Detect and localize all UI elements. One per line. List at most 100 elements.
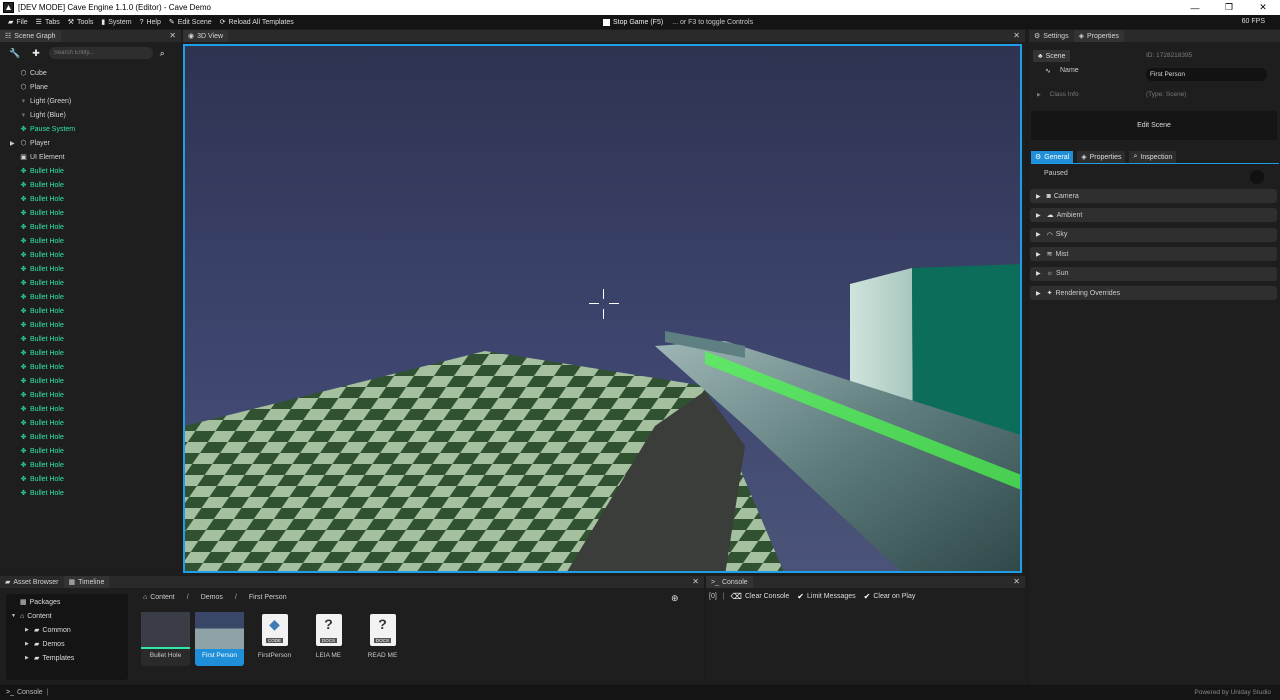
restore-button[interactable]: ❐	[1212, 0, 1246, 15]
asset-tree-item[interactable]: ▶ ▰ Common	[6, 623, 128, 637]
tab-timeline[interactable]: ▦ Timeline	[63, 576, 110, 588]
menu-edit-scene[interactable]: ✎ Edit Scene	[165, 15, 216, 29]
search-icon[interactable]: ⌕	[160, 48, 165, 59]
paused-checkbox[interactable]	[1250, 170, 1264, 184]
stop-game-button[interactable]: Stop Game (F5)	[603, 18, 663, 26]
status-console-label[interactable]: Console	[17, 689, 43, 696]
tree-item[interactable]: ✥ Bullet Hole	[0, 206, 181, 220]
menu-system[interactable]: ▮ System	[97, 15, 135, 29]
breadcrumb-content[interactable]: Content	[150, 594, 175, 601]
asset-tree-label: Demos	[42, 640, 65, 648]
tab-general[interactable]: ⚙ General	[1031, 151, 1074, 163]
tree-item[interactable]: ✥ Bullet Hole	[0, 262, 181, 276]
asset-tree-item[interactable]: ▶ ▰ Demos	[6, 637, 128, 651]
chevron-right-icon[interactable]: ▶	[25, 641, 29, 647]
tree-item[interactable]: ✥ Bullet Hole	[0, 472, 181, 486]
close-icon[interactable]: ✕	[169, 31, 176, 40]
tree-item[interactable]: ✥ Bullet Hole	[0, 458, 181, 472]
asset-leia-me[interactable]: ? DOCS LEIA ME	[304, 612, 353, 666]
tree-item[interactable]: ▶ ⬡ Player	[0, 136, 181, 150]
close-icon[interactable]: ✕	[692, 577, 699, 586]
chevron-down-icon[interactable]: ▼	[11, 613, 16, 619]
section-sun[interactable]: ▶ ☼ Sun	[1030, 266, 1277, 281]
tree-item[interactable]: ✥ Bullet Hole	[0, 192, 181, 206]
tree-item[interactable]: ✥ Bullet Hole	[0, 416, 181, 430]
section-sky[interactable]: ▶ ◠ Sky	[1030, 227, 1277, 242]
tree-item[interactable]: ✥ Bullet Hole	[0, 164, 181, 178]
tree-item[interactable]: ✥ Bullet Hole	[0, 486, 181, 500]
menu-tabs[interactable]: ☰ Tabs	[32, 15, 64, 29]
asset-tree-item[interactable]: ▼ ⌂ Content	[6, 609, 128, 623]
tree-item[interactable]: ✥ Bullet Hole	[0, 234, 181, 248]
tree-item[interactable]: ✥ Bullet Hole	[0, 430, 181, 444]
asset-tree-item[interactable]: ▦ Packages	[6, 595, 128, 609]
tree-item[interactable]: ✥ Bullet Hole	[0, 402, 181, 416]
section-rendering-overrides[interactable]: ▶ ✦ Rendering Overrides	[1030, 286, 1277, 300]
tree-item[interactable]: ⬡ Plane	[0, 80, 181, 94]
close-icon[interactable]: ✕	[1013, 577, 1020, 586]
menu-help[interactable]: ? Help	[136, 15, 165, 29]
clear-on-play-checkbox[interactable]: ✔ Clear on Play	[864, 592, 916, 601]
tab-properties[interactable]: ◈ Properties	[1077, 151, 1126, 163]
asset-tree-item[interactable]: ▶ ▰ Templates	[6, 651, 128, 665]
search-entity-input[interactable]	[48, 47, 153, 59]
minimize-button[interactable]: —	[1178, 0, 1212, 15]
scene-name-input[interactable]	[1146, 68, 1267, 81]
class-info-toggle[interactable]: ▶ Class Info	[1037, 91, 1079, 98]
asset-browser-header: ▰ Asset Browser ▦ Timeline ✕	[0, 576, 704, 588]
limit-messages-label: Limit Messages	[807, 592, 856, 600]
3d-viewport[interactable]	[183, 44, 1022, 573]
section-camera[interactable]: ▶ ◙ Camera	[1030, 189, 1277, 203]
section-mist[interactable]: ▶ ≋ Mist	[1030, 247, 1277, 262]
tree-item[interactable]: ✥ Bullet Hole	[0, 346, 181, 360]
tree-item[interactable]: ✥ Bullet Hole	[0, 360, 181, 374]
chevron-right-icon[interactable]: ▶	[10, 140, 15, 147]
close-window-button[interactable]: ✕	[1246, 0, 1280, 15]
tree-item[interactable]: ✥ Bullet Hole	[0, 444, 181, 458]
tab-properties[interactable]: ◈ Properties	[1073, 30, 1124, 42]
tree-item-label: Bullet Hole	[30, 349, 64, 357]
tree-item[interactable]: ✥ Bullet Hole	[0, 332, 181, 346]
tree-item[interactable]: ✥ Bullet Hole	[0, 304, 181, 318]
edit-scene-button[interactable]: Edit Scene	[1031, 111, 1277, 140]
menu-tools[interactable]: ⚒ Tools	[64, 15, 98, 29]
menu-file[interactable]: ▰ File	[4, 15, 32, 29]
scene-tab[interactable]: ♣ Scene	[1033, 50, 1071, 62]
limit-messages-checkbox[interactable]: ✔ Limit Messages	[797, 592, 855, 601]
tree-item[interactable]: ✥ Bullet Hole	[0, 276, 181, 290]
tree-item[interactable]: ✥ Bullet Hole	[0, 388, 181, 402]
breadcrumb-first-person[interactable]: First Person	[249, 594, 287, 601]
tab-scene-graph[interactable]: ☷ Scene Graph	[0, 30, 61, 42]
clear-console-button[interactable]: ⌫ Clear Console	[731, 592, 790, 601]
tree-item[interactable]: ⬡ Cube	[0, 66, 181, 80]
tab-3d-view[interactable]: ◉ 3D View	[183, 30, 229, 42]
tree-item[interactable]: ✥ Bullet Hole	[0, 220, 181, 234]
asset-first-person[interactable]: First Person	[195, 612, 244, 666]
tree-item[interactable]: ✥ Bullet Hole	[0, 318, 181, 332]
tree-item[interactable]: ✥ Pause System	[0, 122, 181, 136]
tree-item[interactable]: ✥ Bullet Hole	[0, 248, 181, 262]
close-icon[interactable]: ✕	[1013, 31, 1020, 40]
section-ambient[interactable]: ▶ ☁ Ambient	[1030, 208, 1277, 223]
tree-item[interactable]: ♀ Light (Green)	[0, 94, 181, 108]
zoom-in-icon[interactable]: ⊕	[671, 593, 679, 604]
tree-item[interactable]: ✥ Bullet Hole	[0, 374, 181, 388]
tab-inspection[interactable]: ⌕ Inspection	[1129, 151, 1177, 163]
breadcrumb-demos[interactable]: Demos	[201, 594, 223, 601]
tab-console[interactable]: >_ Console	[706, 576, 753, 588]
tree-item[interactable]: ▣ UI Element	[0, 150, 181, 164]
tab-settings[interactable]: ⚙ Settings	[1029, 30, 1074, 42]
wrench-icon[interactable]: 🔧	[9, 48, 20, 59]
chevron-right-icon[interactable]: ▶	[25, 655, 29, 661]
tools-icon: ⚒	[67, 19, 75, 26]
tree-item[interactable]: ✥ Bullet Hole	[0, 178, 181, 192]
asset-bullet-hole[interactable]: Bullet Hole	[141, 612, 190, 666]
menu-reload-all-templates[interactable]: ⟳ Reload All Templates	[216, 15, 298, 29]
asset-firstperson-code[interactable]: ◆ CODE FirstPerson	[250, 612, 299, 666]
tree-item[interactable]: ♀ Light (Blue)	[0, 108, 181, 122]
tree-item[interactable]: ✥ Bullet Hole	[0, 290, 181, 304]
tab-asset-browser[interactable]: ▰ Asset Browser	[0, 576, 64, 588]
add-entity-icon[interactable]: ✚	[32, 48, 40, 59]
chevron-right-icon[interactable]: ▶	[25, 627, 29, 633]
asset-read-me[interactable]: ? DOCS READ ME	[358, 612, 407, 666]
